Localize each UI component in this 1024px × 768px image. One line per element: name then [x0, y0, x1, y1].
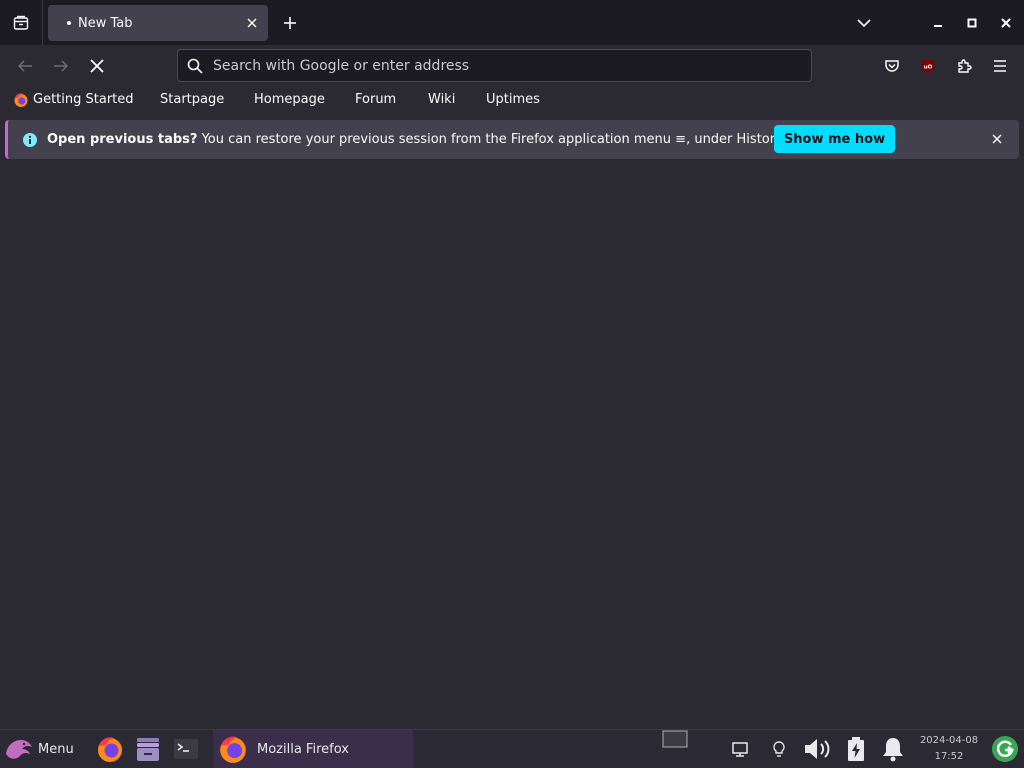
firefox-icon: [13, 92, 29, 108]
distro-logo-icon: [4, 736, 34, 762]
notification-close-button[interactable]: [989, 131, 1005, 147]
notification-title: Open previous tabs?: [47, 132, 198, 147]
extensions-button[interactable]: [950, 52, 978, 80]
tab-close-button[interactable]: [244, 15, 260, 31]
desktop-taskbar: Menu Mozilla Firefox 2024-04-08 17:52: [0, 729, 1024, 768]
chevron-down-icon: [857, 18, 871, 28]
firefox-icon: [218, 734, 248, 764]
notification-text: You can restore your previous session fr…: [201, 132, 672, 147]
page-content-area[interactable]: [0, 164, 1024, 729]
bookmark-label: Homepage: [254, 92, 325, 107]
launcher-files[interactable]: [132, 733, 164, 765]
bookmark-label: Forum: [355, 92, 397, 107]
bookmark-startpage[interactable]: Startpage: [160, 91, 224, 109]
tray-volume[interactable]: [801, 733, 833, 765]
bell-icon: [879, 735, 907, 763]
bookmark-label: Startpage: [160, 92, 225, 107]
terminal-icon: [172, 735, 200, 763]
bookmark-uptimes[interactable]: Uptimes: [486, 91, 540, 109]
tray-redshift[interactable]: [763, 733, 795, 765]
clock[interactable]: 2024-04-08 17:52: [917, 733, 981, 765]
bookmarks-toolbar: Getting Started Startpage Homepage Forum…: [0, 85, 1024, 115]
maximize-button[interactable]: [960, 11, 984, 35]
minimize-icon: [933, 18, 943, 28]
search-input[interactable]: [213, 57, 773, 74]
ublock-icon: uO: [920, 58, 936, 74]
address-bar[interactable]: [177, 49, 812, 82]
notification-text-suffix: , under History.: [686, 132, 786, 147]
start-menu-button[interactable]: Menu: [0, 730, 86, 768]
navigation-toolbar: uO: [0, 45, 1024, 85]
tray-notifications[interactable]: [877, 733, 909, 765]
close-icon: [1001, 18, 1011, 28]
tray-battery[interactable]: [840, 733, 872, 765]
tab-title: New Tab: [78, 15, 133, 31]
hamburger-menu-icon: [992, 59, 1008, 73]
taskbar-window-firefox[interactable]: Mozilla Firefox: [213, 730, 413, 768]
new-tab-button[interactable]: [278, 11, 302, 35]
close-icon: [247, 18, 257, 28]
launcher-terminal[interactable]: [170, 733, 202, 765]
clock-time: 17:52: [934, 751, 964, 762]
restore-session-notification: Open previous tabs? You can restore your…: [5, 120, 1019, 159]
tab-loading-dot: [67, 21, 71, 25]
update-icon: [990, 734, 1020, 764]
window-icon: [662, 730, 690, 748]
svg-text:uO: uO: [924, 65, 933, 71]
maximize-icon: [967, 18, 977, 28]
back-button[interactable]: [11, 52, 39, 80]
show-me-how-button[interactable]: Show me how: [774, 125, 895, 153]
menu-label: Menu: [38, 741, 74, 757]
tab-list-button[interactable]: [0, 0, 43, 45]
bookmark-getting-started[interactable]: Getting Started: [13, 91, 134, 109]
launcher-firefox[interactable]: [94, 733, 126, 765]
forward-arrow-icon: [53, 58, 69, 74]
bookmark-label: Getting Started: [33, 92, 134, 107]
lightbulb-icon: [769, 739, 789, 759]
menu-glyph: ≡: [675, 132, 687, 147]
plus-icon: [283, 16, 297, 30]
bookmark-label: Wiki: [428, 92, 456, 107]
info-icon: [22, 132, 38, 148]
tab-list-icon: [13, 15, 29, 31]
bookmark-label: Uptimes: [486, 92, 540, 107]
bookmark-forum[interactable]: Forum: [355, 91, 396, 109]
bookmark-wiki[interactable]: Wiki: [428, 91, 455, 109]
close-icon: [992, 134, 1002, 144]
taskbar-window-label: Mozilla Firefox: [257, 741, 349, 757]
save-to-pocket-button[interactable]: [878, 52, 906, 80]
tray-update-manager[interactable]: [989, 733, 1021, 765]
volume-icon: [802, 735, 832, 763]
minimize-button[interactable]: [926, 11, 950, 35]
bookmark-homepage[interactable]: Homepage: [254, 91, 325, 109]
network-icon: [730, 739, 750, 759]
workspace-switcher[interactable]: [662, 730, 690, 748]
ublock-origin-button[interactable]: uO: [914, 52, 942, 80]
tab-bar: New Tab: [0, 0, 1024, 45]
tray-network[interactable]: [724, 733, 756, 765]
forward-button[interactable]: [47, 52, 75, 80]
tab-new-tab[interactable]: New Tab: [48, 5, 268, 41]
firefox-icon: [96, 735, 124, 763]
list-all-tabs-button[interactable]: [852, 11, 876, 35]
window-close-button[interactable]: [994, 11, 1018, 35]
search-icon: [187, 58, 203, 74]
extensions-icon: [956, 58, 972, 74]
application-menu-button[interactable]: [986, 52, 1014, 80]
notification-message: Open previous tabs? You can restore your…: [47, 132, 785, 147]
clock-date: 2024-04-08: [919, 735, 979, 746]
files-icon: [134, 735, 162, 763]
stop-icon: [90, 59, 104, 73]
back-arrow-icon: [17, 58, 33, 74]
stop-button[interactable]: [83, 52, 111, 80]
pocket-icon: [884, 58, 900, 74]
battery-icon: [844, 735, 868, 763]
